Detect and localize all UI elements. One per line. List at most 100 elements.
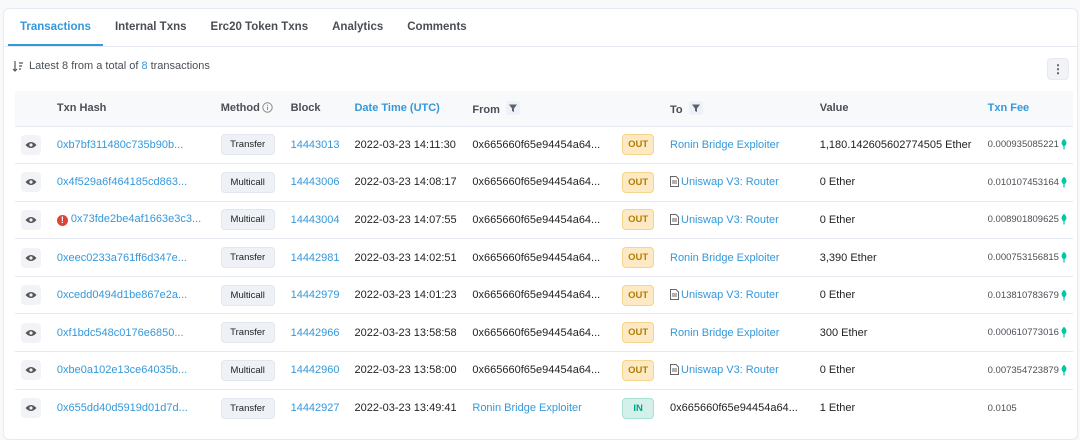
from-address[interactable]: Ronin Bridge Exploiter (472, 402, 581, 414)
txn-hash-cell: 0xf1bdc548c0176e6850... (51, 314, 215, 352)
date-time-header[interactable]: Date Time (UTC) (348, 91, 466, 126)
direction-cell: OUT (616, 201, 664, 239)
block-cell: 14442979 (285, 276, 349, 314)
filter-icon[interactable] (505, 100, 520, 115)
txn-fee-cell: 0.0105 (982, 389, 1073, 427)
table-row: ! 0x73fde2be4af1663e3c3... Multicall 144430… (15, 201, 1073, 239)
gas-icon (1061, 214, 1067, 225)
value-cell: 1 Ether (819, 402, 856, 415)
txn-hash-cell: 0x4f529a6f464185cd863... (51, 164, 215, 202)
block-cell: 14442927 (285, 389, 349, 427)
contract-icon (670, 364, 679, 376)
table-row: 0xf1bdc548c0176e6850... Transfer 14442966 2… (15, 313, 1073, 352)
block-link[interactable]: 14443013 (291, 139, 340, 151)
method-badge: Transfer (220, 322, 275, 344)
summary-suffix: transactions (150, 60, 210, 72)
txn-hash-link[interactable]: 0xcedd0494d1be867e2a... (57, 289, 187, 301)
to-address[interactable]: Uniswap V3: Router (681, 176, 779, 188)
txn-hash-link[interactable]: 0x655dd40d5919d01d7d... (57, 402, 188, 414)
datetime-cell: 2022-03-23 13:58:00 (354, 364, 457, 377)
txn-hash-link[interactable]: 0xb7bf311480c735b90b... (57, 139, 183, 151)
tab-erc20-token-txns[interactable]: Erc20 Token Txns (199, 9, 321, 46)
to-address[interactable]: Uniswap V3: Router (681, 214, 779, 226)
eye-cell (15, 314, 51, 352)
view-details-button[interactable] (21, 247, 41, 268)
value-cell: 0 Ether (819, 213, 856, 226)
block-link[interactable]: 14442927 (291, 402, 340, 414)
direction-cell: OUT (616, 352, 664, 390)
value-header: Value (819, 102, 849, 115)
eye-icon (25, 292, 37, 299)
table-row: 0xeec0233a761ff6d347e... Transfer 14442981… (15, 238, 1073, 277)
block-header: Block (290, 102, 321, 115)
eye-icon (25, 367, 37, 374)
txn-hash-cell: 0xb7bf311480c735b90b... (51, 126, 215, 164)
block-link[interactable]: 14442966 (291, 327, 340, 339)
block-link[interactable]: 14442960 (291, 364, 340, 376)
to-address[interactable]: Ronin Bridge Exploiter (670, 139, 779, 151)
block-link[interactable]: 14443004 (291, 214, 340, 226)
txn-fee-value: 0.0105 (987, 402, 1017, 414)
from-address: 0x665660f65e94454a64... (472, 138, 601, 151)
to-address[interactable]: Uniswap V3: Router (681, 364, 779, 376)
info-icon[interactable] (262, 102, 273, 113)
filter-icon[interactable] (688, 100, 703, 115)
direction-cell: OUT (616, 126, 664, 164)
txn-hash-link[interactable]: 0xbe0a102e13ce64035b... (57, 364, 187, 376)
summary-count[interactable]: 8 (141, 60, 147, 72)
txn-fee-cell: 0.000610773016 (982, 314, 1073, 352)
txn-hash-link[interactable]: 0xf1bdc548c0176e6850... (57, 327, 184, 339)
method-cell: Multicall (215, 164, 285, 202)
view-details-button[interactable] (21, 209, 41, 230)
from-address: 0x665660f65e94454a64... (472, 213, 601, 226)
txn-fee-cell: 0.013810783679 (982, 276, 1073, 314)
view-details-button[interactable] (21, 172, 41, 193)
summary-text: Latest 8 from a total of 8 transactions (12, 60, 210, 72)
direction-cell: OUT (616, 276, 664, 314)
error-icon: ! (56, 215, 68, 227)
view-details-button[interactable] (21, 360, 41, 381)
txn-fee-value: 0.000753156815 (987, 252, 1059, 264)
to-address[interactable]: Ronin Bridge Exploiter (670, 327, 779, 339)
to-header-label: To (670, 103, 683, 116)
view-details-button[interactable] (21, 398, 41, 419)
block-link[interactable]: 14443006 (291, 176, 340, 188)
more-options-button[interactable]: ⋮ (1047, 58, 1069, 80)
tab-transactions[interactable]: Transactions (8, 9, 103, 46)
to-address[interactable]: Uniswap V3: Router (681, 289, 779, 301)
eye-icon (25, 405, 37, 412)
txn-hash-link[interactable]: 0x4f529a6f464185cd863... (57, 176, 187, 188)
direction-badge: OUT (622, 134, 655, 156)
to-address[interactable]: Ronin Bridge Exploiter (670, 252, 779, 264)
tab-analytics[interactable]: Analytics (320, 9, 395, 46)
gas-icon (1061, 289, 1067, 301)
tab-internal-txns[interactable]: Internal Txns (103, 9, 199, 46)
from-address: 0x665660f65e94454a64... (472, 251, 601, 264)
gas-icon (1061, 364, 1067, 376)
txn-hash-header: Txn Hash (56, 102, 107, 115)
txn-hash-link[interactable]: 0x73fde2be4af1663e3c3... (71, 213, 201, 225)
datetime-cell: 2022-03-23 13:49:41 (354, 402, 457, 415)
gas-icon (1061, 139, 1067, 150)
table-row: 0xcedd0494d1be867e2a... Multicall 14442979… (15, 276, 1073, 314)
tab-bar: Transactions Internal Txns Erc20 Token Txn… (4, 9, 1077, 47)
datetime-cell: 2022-03-23 14:01:23 (354, 289, 457, 302)
method-cell: Transfer (215, 389, 285, 427)
eye-icon (25, 254, 37, 261)
txn-fee-header[interactable]: Txn Fee (982, 91, 1073, 126)
tab-comments[interactable]: Comments (395, 9, 478, 46)
from-address: 0x665660f65e94454a64... (472, 176, 601, 189)
gas-icon (1061, 252, 1067, 263)
block-link[interactable]: 14442981 (291, 252, 340, 264)
view-details-button[interactable] (21, 322, 41, 343)
view-details-button[interactable] (21, 134, 41, 155)
block-link[interactable]: 14442979 (291, 289, 340, 301)
txn-fee-cell: 0.000753156815 (982, 239, 1073, 277)
value-cell: 0 Ether (819, 176, 856, 189)
eye-column-header (15, 91, 51, 126)
from-address: 0x665660f65e94454a64... (472, 289, 601, 302)
method-badge: Multicall (220, 209, 275, 231)
txn-hash-link[interactable]: 0xeec0233a761ff6d347e... (57, 252, 187, 264)
view-details-button[interactable] (21, 285, 41, 306)
method-cell: Multicall (215, 352, 285, 390)
